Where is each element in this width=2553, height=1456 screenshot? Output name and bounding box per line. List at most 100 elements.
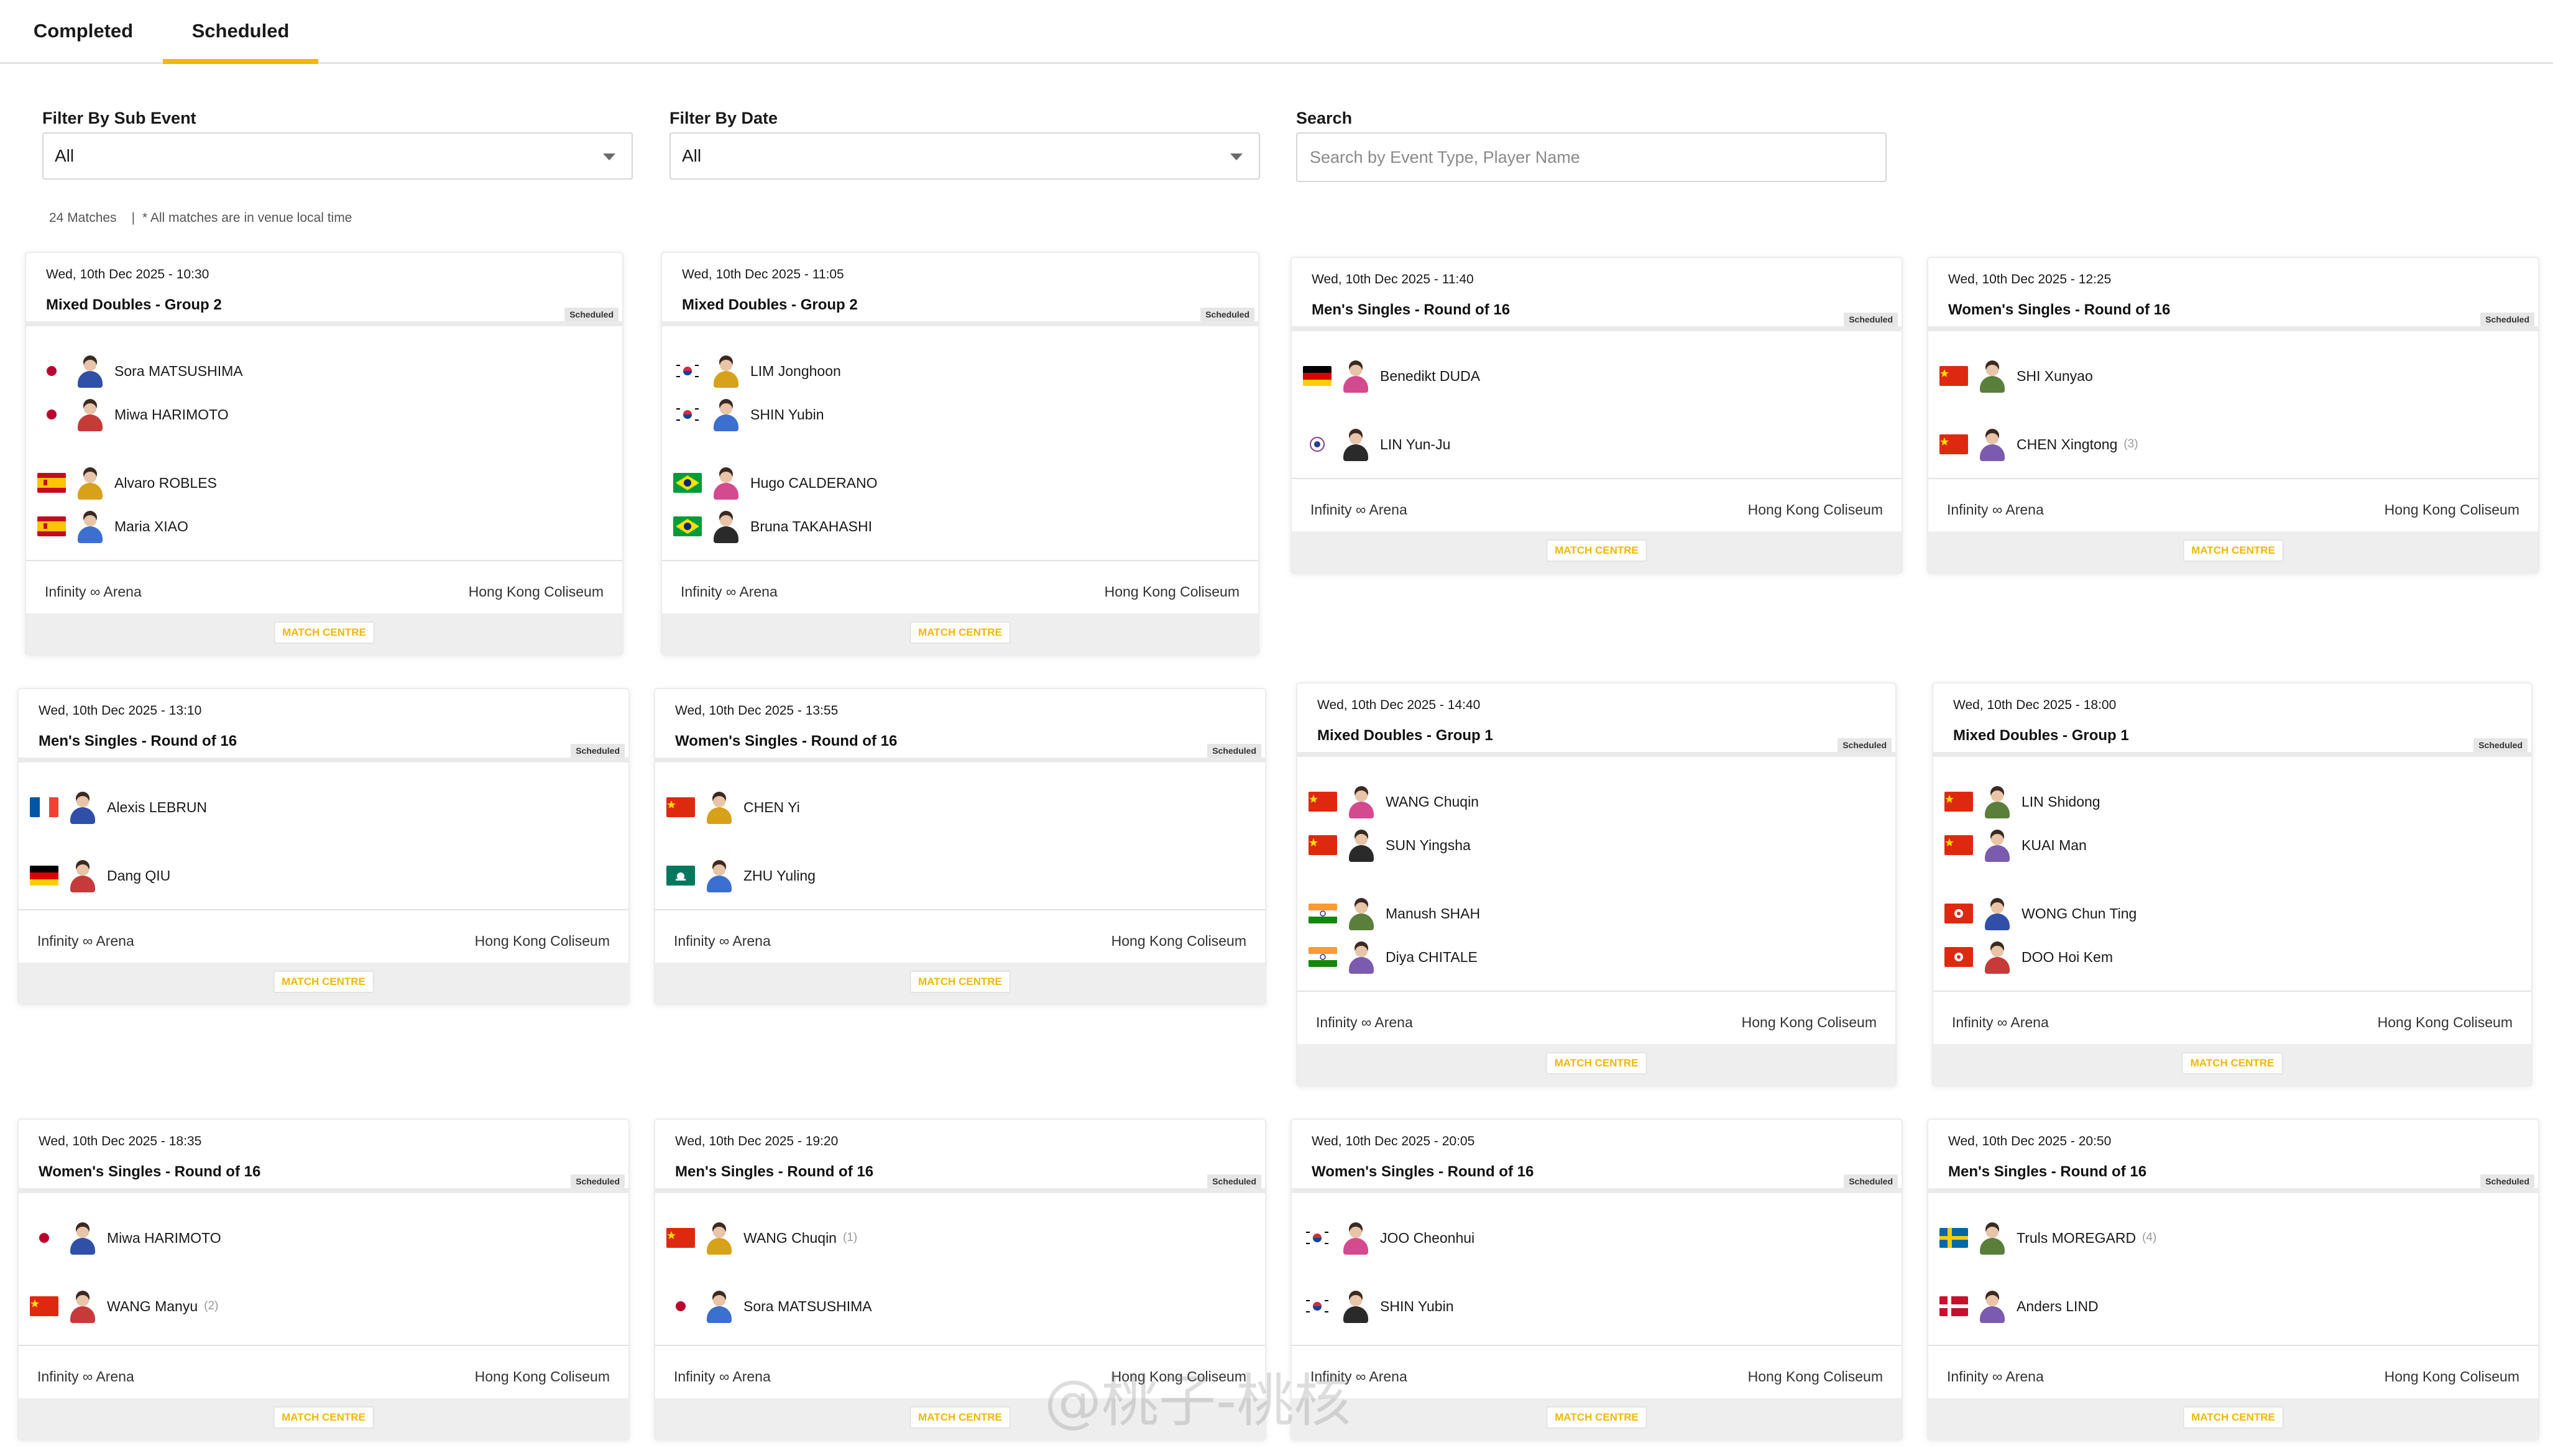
player-row[interactable]: DOO Hoi Kem (1944, 938, 2113, 976)
match-centre-button[interactable]: MATCH CENTRE (1545, 1052, 1647, 1074)
flag-icon (30, 1228, 58, 1248)
player-avatar (712, 354, 740, 388)
player-row[interactable]: LIN Yun-Ju (1303, 426, 1450, 463)
venue-name: Hong Kong Coliseum (2384, 1368, 2519, 1385)
player-row[interactable]: SHIN Yubin (673, 396, 824, 433)
player-row[interactable]: SHI Xunyao (1939, 357, 2093, 395)
player-row[interactable]: WANG Chuqin (1309, 783, 1479, 820)
player-row[interactable]: LIM Jonghoon (673, 352, 841, 390)
match-datetime: Wed, 10th Dec 2025 - 14:40 (1317, 698, 1481, 712)
status-badge: Scheduled (571, 744, 625, 758)
player-row[interactable]: KUAI Man (1944, 826, 2087, 864)
match-centre-button[interactable]: MATCH CENTRE (909, 971, 1011, 993)
player-name: Miwa HARIMOTO (107, 1229, 221, 1246)
player-row[interactable]: WANG Chuqin (1) (666, 1219, 857, 1257)
player-avatar (76, 466, 104, 500)
player-row[interactable]: WANG Manyu (2) (30, 1288, 218, 1325)
match-card: Wed, 10th Dec 2025 - 10:30 Mixed Doubles … (25, 252, 623, 656)
match-event: Men's Singles - Round of 16 (39, 733, 237, 749)
match-centre-button[interactable]: MATCH CENTRE (909, 1406, 1011, 1429)
player-name: SHIN Yubin (750, 406, 824, 423)
player-row[interactable]: Sora MATSUSHIMA (37, 352, 243, 390)
match-centre-button[interactable]: MATCH CENTRE (1546, 539, 1647, 562)
flag-icon (666, 1228, 695, 1248)
player-avatar (76, 510, 104, 543)
match-event: Women's Singles - Round of 16 (39, 1163, 261, 1180)
match-centre-button[interactable]: MATCH CENTRE (274, 621, 375, 644)
match-card-header: Wed, 10th Dec 2025 - 18:35 Women's Single… (19, 1120, 628, 1193)
player-name: WONG Chun Ting (2022, 905, 2137, 922)
player-row[interactable]: Dang QIU (30, 857, 170, 894)
flag-icon (666, 1296, 695, 1316)
player-name: Hugo CALDERANO (750, 474, 878, 491)
tab-scheduled[interactable]: Scheduled (163, 0, 318, 64)
flag-icon (37, 516, 66, 536)
player-avatar (1341, 359, 1370, 393)
flag-icon (1309, 792, 1337, 812)
player-row[interactable]: JOO Cheonhui (1303, 1219, 1474, 1257)
match-card: Wed, 10th Dec 2025 - 18:00 Mixed Doubles … (1932, 682, 2532, 1086)
player-row[interactable]: LIN Shidong (1944, 783, 2100, 820)
match-centre-bar: MATCH CENTRE (1933, 1044, 2531, 1085)
venue-arena: Infinity ∞ Arena (674, 1368, 771, 1385)
player-row[interactable]: Hugo CALDERANO (673, 464, 878, 501)
player-row[interactable]: WONG Chun Ting (1944, 895, 2137, 932)
player-row[interactable]: Diya CHITALE (1309, 938, 1478, 976)
player-avatar (1983, 785, 2012, 818)
tab-completed[interactable]: Completed (21, 0, 145, 62)
match-centre-button[interactable]: MATCH CENTRE (2183, 1406, 2284, 1429)
match-event: Mixed Doubles - Group 1 (1953, 727, 2129, 744)
player-name: LIN Yun-Ju (1380, 436, 1451, 452)
player-avatar (1347, 940, 1376, 974)
flag-icon (666, 797, 695, 817)
player-row[interactable]: Miwa HARIMOTO (37, 396, 229, 433)
player-row[interactable]: Miwa HARIMOTO (30, 1219, 221, 1257)
player-row[interactable]: CHEN Xingtong (3) (1939, 426, 2138, 463)
player-name: LIN Shidong (2022, 793, 2100, 810)
flag-icon (1309, 947, 1337, 967)
match-centre-bar: MATCH CENTRE (1292, 1398, 1902, 1439)
player-row[interactable]: Manush SHAH (1309, 895, 1480, 932)
match-centre-button[interactable]: MATCH CENTRE (1546, 1406, 1647, 1429)
flag-icon (1939, 1296, 1968, 1316)
venue-arena: Infinity ∞ Arena (37, 933, 134, 949)
status-badge: Scheduled (571, 1174, 625, 1188)
flag-icon (37, 473, 66, 493)
player-name: CHEN Xingtong (2017, 436, 2118, 452)
player-row[interactable]: Maria XIAO (37, 508, 188, 545)
match-event: Women's Singles - Round of 16 (1312, 1163, 1534, 1180)
match-card: Wed, 10th Dec 2025 - 11:40 Men's Singles … (1290, 257, 1903, 574)
match-event: Men's Singles - Round of 16 (675, 1163, 874, 1180)
player-row[interactable]: Truls MOREGARD (4) (1939, 1219, 2156, 1257)
player-row[interactable]: Anders LIND (1939, 1288, 2099, 1325)
player-name: Miwa HARIMOTO (114, 406, 229, 423)
match-card-header: Wed, 10th Dec 2025 - 11:05 Mixed Doubles … (662, 253, 1258, 326)
player-avatar (705, 1221, 734, 1255)
player-row[interactable]: SUN Yingsha (1309, 826, 1471, 864)
player-row[interactable]: CHEN Yi (666, 789, 800, 826)
player-name: Dang QIU (107, 867, 171, 884)
match-card-header: Wed, 10th Dec 2025 - 12:25 Women's Single… (1928, 258, 2538, 331)
venue-name: Hong Kong Coliseum (1741, 1014, 1877, 1030)
status-badge: Scheduled (1844, 1174, 1898, 1188)
player-row[interactable]: Benedikt DUDA (1303, 357, 1480, 395)
player-row[interactable]: Bruna TAKAHASHI (673, 508, 872, 545)
player-row[interactable]: Alvaro ROBLES (37, 464, 217, 501)
player-name: ZHU Yuling (743, 867, 816, 884)
player-row[interactable]: SHIN Yubin (1303, 1288, 1453, 1325)
flag-icon (30, 866, 58, 886)
chevron-down-icon (1230, 153, 1243, 160)
match-centre-button[interactable]: MATCH CENTRE (273, 1406, 374, 1429)
match-centre-button[interactable]: MATCH CENTRE (2183, 539, 2284, 562)
date-select[interactable]: All (669, 132, 1260, 180)
sub-event-select[interactable]: All (42, 132, 633, 180)
match-event: Men's Singles - Round of 16 (1948, 1163, 2147, 1180)
player-row[interactable]: Alexis LEBRUN (30, 789, 207, 826)
search-input[interactable] (1296, 132, 1887, 182)
search-label: Search (1296, 109, 1353, 127)
match-centre-button[interactable]: MATCH CENTRE (273, 971, 374, 993)
match-centre-button[interactable]: MATCH CENTRE (909, 621, 1011, 644)
player-row[interactable]: ZHU Yuling (666, 857, 816, 894)
player-row[interactable]: Sora MATSUSHIMA (666, 1288, 872, 1325)
match-centre-button[interactable]: MATCH CENTRE (2181, 1052, 2283, 1074)
